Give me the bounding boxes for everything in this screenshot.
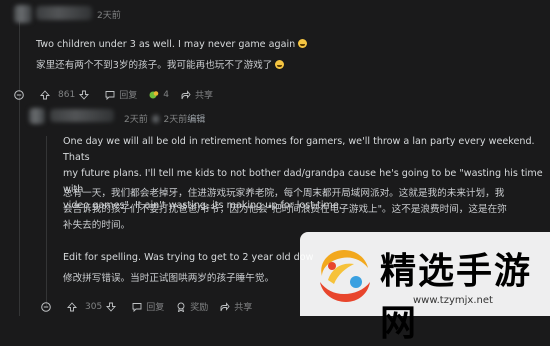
vote-group: 861 [40, 90, 93, 100]
upvote-icon[interactable] [67, 301, 77, 312]
comment-text-line: 修改拼写错误。当时正试图哄两岁的孩子睡午觉。 [63, 273, 275, 284]
separator-redacted [151, 115, 160, 123]
comment-text-line: 会告诉我的孩子们不要打扰爸爸/爷爷，因为他会"把时间浪费在电子游戏上"。这不是浪… [63, 204, 507, 215]
thread-line-nested [46, 136, 47, 306]
comment-timestamp: 2天前 [124, 115, 148, 125]
avatar[interactable] [14, 5, 32, 23]
crying-emoji-icon [298, 39, 308, 48]
username-redacted[interactable] [36, 6, 92, 20]
reply-button[interactable]: 回复 [105, 88, 137, 101]
collapse-minus-icon [14, 89, 24, 100]
comment-meta: 2天前 2天前编辑 [124, 112, 205, 125]
comment-text-line: One day we will all be old in retirement… [63, 136, 535, 163]
share-icon [220, 301, 230, 312]
comment-text-line: Edit for spelling. Was trying to get to … [63, 252, 314, 263]
downvote-icon[interactable] [79, 90, 90, 100]
watermark-title: 精选手游网 [380, 251, 533, 344]
vote-count: 305 [85, 301, 103, 312]
reply-label: 回复 [146, 303, 165, 313]
thread-line [19, 96, 20, 316]
comment-edit-note: Edit for spelling. Was trying to get to … [63, 250, 313, 266]
collapse-button[interactable] [14, 89, 28, 100]
comment-text-line: 家里还有两个不到3岁的孩子。我可能再也玩不了游戏了 [36, 60, 273, 71]
share-label: 共享 [234, 303, 253, 313]
comment-actions: 305 回复 奖励 共享 [41, 300, 264, 313]
comment-bubble-icon [132, 302, 142, 312]
edited-label: 编辑 [187, 115, 206, 125]
downvote-icon[interactable] [106, 302, 117, 312]
award-count: 4 [163, 89, 169, 100]
comment-timestamp-edited: 2天前 [163, 115, 188, 125]
watermark-url: www.tzymjx.net [413, 295, 493, 306]
share-label: 共享 [194, 91, 213, 101]
comment-body-zh: 总有一天，我们都会老掉牙，住进游戏玩家养老院，每个周末都开局域网派对。这就是我的… [63, 186, 507, 234]
award-button[interactable]: 奖励 [176, 300, 208, 313]
share-button[interactable]: 共享 [181, 88, 213, 101]
comment-text-zh: 家里还有两个不到3岁的孩子。我可能再也玩不了游戏了 [36, 58, 285, 74]
collapse-minus-icon [41, 301, 51, 312]
comment-text-line: 总有一天，我们都会老掉牙，住进游戏玩家养老院，每个周末都开局域网派对。这就是我的… [63, 188, 505, 199]
upvote-icon[interactable] [40, 89, 50, 100]
watermark: 精选手游网 www.tzymjx.net [300, 232, 550, 344]
award-button[interactable]: 4 [149, 90, 169, 100]
comment-actions: 861 回复 4 共享 [14, 88, 225, 101]
award-icon [149, 90, 159, 100]
award-outline-icon [176, 302, 186, 312]
crying-emoji-icon [275, 60, 285, 69]
comment-text-en: Two children under 3 as well. I may neve… [36, 37, 308, 53]
collapse-button[interactable] [41, 301, 55, 312]
thread-line [19, 20, 20, 92]
vote-group: 305 [67, 302, 120, 312]
share-button[interactable]: 共享 [220, 300, 252, 313]
comment-edit-note-zh: 修改拼写错误。当时正试图哄两岁的孩子睡午觉。 [63, 271, 274, 287]
comment-timestamp: 2天前 [97, 11, 121, 21]
avatar[interactable] [29, 108, 45, 124]
comment-bubble-icon [105, 90, 115, 100]
share-icon [181, 89, 191, 100]
username-redacted[interactable] [50, 109, 114, 122]
award-label: 奖励 [190, 303, 209, 313]
vote-count: 861 [58, 89, 76, 100]
reply-label: 回复 [119, 91, 138, 101]
watermark-logo-icon [308, 238, 380, 310]
reply-button[interactable]: 回复 [132, 300, 164, 313]
comment-text-line: Two children under 3 as well. I may neve… [36, 39, 296, 50]
